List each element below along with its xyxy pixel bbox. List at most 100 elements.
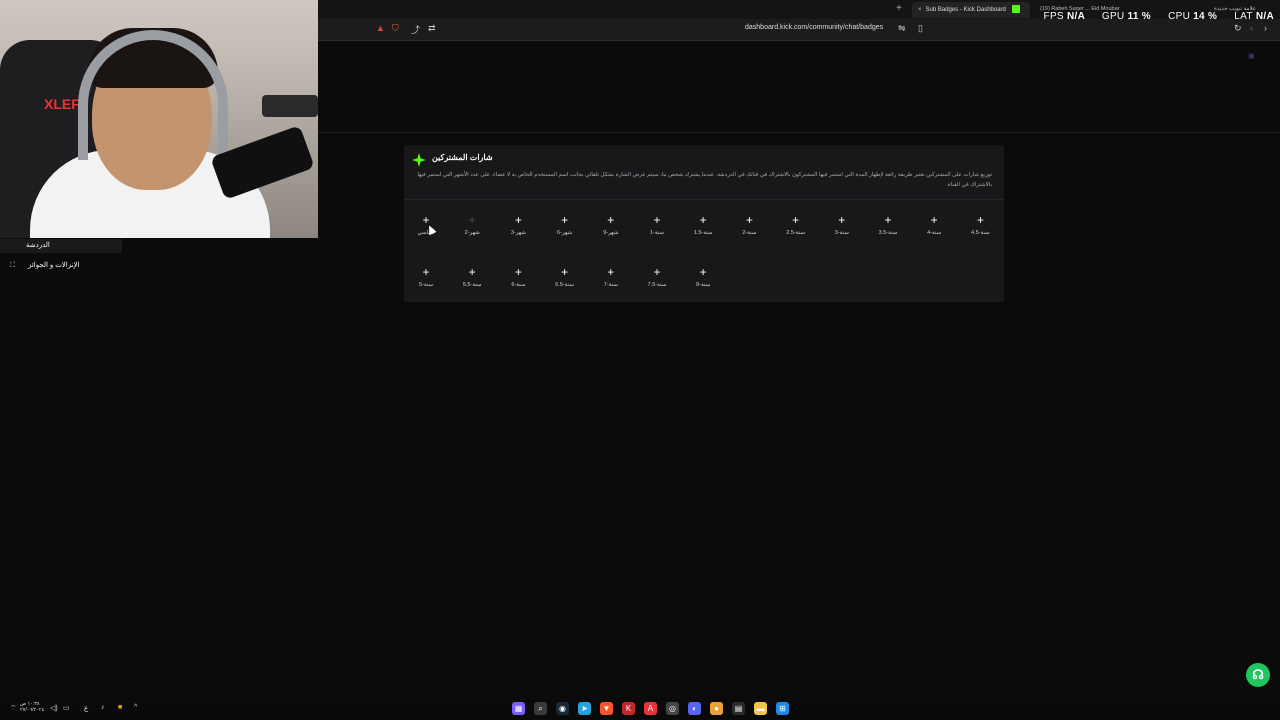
search-icon[interactable]: ⌕ — [534, 702, 547, 715]
sidebar-item-label: الإنزالات و الجوائز — [27, 262, 80, 269]
tray-app-icon[interactable]: ■ — [118, 704, 122, 711]
obs-icon[interactable]: ◎ — [666, 702, 679, 715]
kick-icon[interactable]: K — [622, 702, 635, 715]
badge-slot[interactable]: +7.5-سنة — [637, 265, 677, 295]
tab-sub-badges[interactable]: × Sub Badges - Kick Dashboard — [912, 2, 1030, 18]
brave-icon[interactable]: ▼ — [600, 702, 613, 715]
add-badge-icon[interactable]: + — [452, 265, 492, 279]
clock[interactable]: ١٠:٣٨ ص ٢٧/٠٦/٢٠٢٤ — [20, 701, 44, 713]
badge-slot[interactable]: +1-سنة — [637, 213, 677, 243]
monitor-icon[interactable]: ▭ — [63, 704, 70, 712]
add-badge-icon[interactable]: + — [868, 213, 908, 227]
badge-label: 6-سنة — [511, 282, 526, 288]
badge-label: 5-سنة — [418, 282, 434, 288]
webcam-overlay: XLEF — [0, 0, 318, 238]
add-badge-icon[interactable]: + — [637, 265, 677, 279]
steam-icon[interactable]: ◉ — [556, 702, 569, 715]
add-badge-icon[interactable]: + — [452, 213, 492, 227]
add-badge-icon[interactable]: + — [822, 213, 862, 227]
extension-icon[interactable]: ⇋ — [898, 23, 906, 34]
badge-slot[interactable]: +2-سنة — [729, 213, 769, 243]
badge-label: 5.5-سنة — [462, 282, 482, 288]
chair-brand: XLEF — [44, 96, 80, 112]
badge-slot[interactable]: +6-شهر — [545, 213, 585, 243]
address-bar[interactable]: dashboard.kick.com/community/chat/badges — [745, 24, 883, 31]
add-badge-icon[interactable]: + — [498, 265, 538, 279]
discord-icon[interactable]: ◐ — [688, 702, 701, 715]
badge-slot[interactable]: +6.5-سنة — [545, 265, 585, 295]
badge-slot[interactable]: +7-سنة — [591, 265, 631, 295]
forward-icon[interactable]: › — [1264, 23, 1267, 33]
new-tab-button[interactable]: + — [896, 3, 902, 14]
badge-label: 2-شهر — [464, 230, 480, 236]
profile-icon[interactable]: ▣ — [1248, 52, 1255, 60]
add-badge-icon[interactable]: + — [406, 213, 446, 227]
translate-icon[interactable]: ⇄ — [428, 23, 436, 34]
add-badge-icon[interactable]: + — [637, 213, 677, 227]
adobe-icon[interactable]: A — [644, 702, 657, 715]
close-tab-icon[interactable]: × — [918, 2, 922, 18]
badge-slot[interactable]: +6-سنة — [498, 265, 538, 295]
header-divider — [318, 132, 1280, 133]
add-badge-icon[interactable]: + — [683, 213, 723, 227]
clock-date: ٢٧/٠٦/٢٠٢٤ — [20, 707, 45, 713]
start-menu-icon[interactable]: ▦ — [512, 702, 525, 715]
badge-label: 7-سنة — [603, 282, 618, 288]
badge-slot[interactable]: +3-سنة — [822, 213, 862, 243]
brave-rewards-icon[interactable]: ▲ — [376, 23, 385, 33]
volume-icon[interactable]: ◁) — [50, 704, 58, 712]
badge-label: 1-سنة — [649, 230, 665, 236]
badge-label: 2.5-سنة — [786, 230, 805, 236]
share-icon[interactable]: ⤴ — [411, 23, 420, 36]
badge-slot[interactable]: +3-شهر — [498, 213, 538, 243]
add-badge-icon[interactable]: + — [914, 213, 954, 227]
sidebar-item-drops[interactable]: ⛶ الإنزالات و الجوائز — [0, 259, 122, 273]
add-badge-icon[interactable]: + — [776, 213, 816, 227]
badge-label: 3.5-سنة — [878, 230, 898, 236]
telegram-icon[interactable]: ➤ — [578, 702, 591, 715]
chevron-up-icon[interactable]: ^ — [134, 704, 137, 711]
add-badge-icon[interactable]: + — [683, 265, 723, 279]
badge-label: 2-سنة — [742, 230, 757, 236]
badge-slot[interactable]: +4-سنة — [914, 213, 954, 243]
wifi-icon[interactable]: ⌔ — [10, 704, 17, 713]
gift-icon: ⛶ — [10, 262, 15, 269]
reload-icon[interactable]: ↻ — [1234, 23, 1242, 34]
windows-taskbar — [0, 697, 1280, 720]
back-icon[interactable]: ‹ — [1250, 23, 1253, 33]
language-indicator[interactable]: ع — [84, 704, 88, 712]
add-badge-icon[interactable]: + — [406, 265, 446, 279]
card-divider — [404, 199, 1004, 200]
badge-slot[interactable]: +5-سنة — [406, 265, 446, 295]
headset-icon: ☊ — [1252, 667, 1264, 682]
badge-slot[interactable]: +8-سنة — [683, 265, 723, 295]
chrome-icon[interactable]: ● — [710, 702, 723, 715]
badge-slot[interactable]: +2.5-سنة — [776, 213, 816, 243]
add-badge-icon[interactable]: + — [545, 213, 585, 227]
sidebar-item-chat[interactable]: الدردشة — [0, 239, 122, 253]
brave-shield-icon[interactable]: ⛉ — [392, 23, 399, 34]
add-badge-icon[interactable]: + — [591, 265, 631, 279]
badge-label: 6-شهر — [557, 230, 573, 236]
windows-icon[interactable]: ⊞ — [776, 702, 789, 715]
badge-slot[interactable]: +1.5-سنة — [683, 213, 723, 243]
help-button[interactable]: ☊ — [1246, 663, 1270, 687]
badge-slot[interactable]: +5.5-سنة — [452, 265, 492, 295]
add-badge-icon[interactable]: + — [729, 213, 769, 227]
add-badge-icon[interactable]: + — [498, 213, 538, 227]
badge-slot[interactable]: +3.5-سنة — [868, 213, 908, 243]
badge-label: 6.5-سنة — [555, 282, 574, 288]
card-title: شارات المشتركين — [432, 153, 493, 162]
add-badge-icon[interactable]: + — [545, 265, 585, 279]
add-badge-icon[interactable]: + — [960, 213, 1000, 227]
add-badge-icon[interactable]: + — [591, 213, 631, 227]
badge-slot[interactable]: +4.5-سنة — [960, 213, 1000, 243]
mic-icon[interactable]: ♪ — [101, 704, 105, 711]
badge-slot[interactable]: +2-شهر — [452, 213, 492, 243]
calendar-icon[interactable]: ▤ — [732, 702, 745, 715]
bookmark-icon[interactable]: ▯ — [918, 23, 923, 34]
badge-slot[interactable]: +9-شهر — [591, 213, 631, 243]
badge-label: 4-سنة — [927, 230, 942, 236]
badge-label: 7.5-سنة — [647, 282, 667, 288]
files-icon[interactable]: ▬ — [754, 702, 767, 715]
